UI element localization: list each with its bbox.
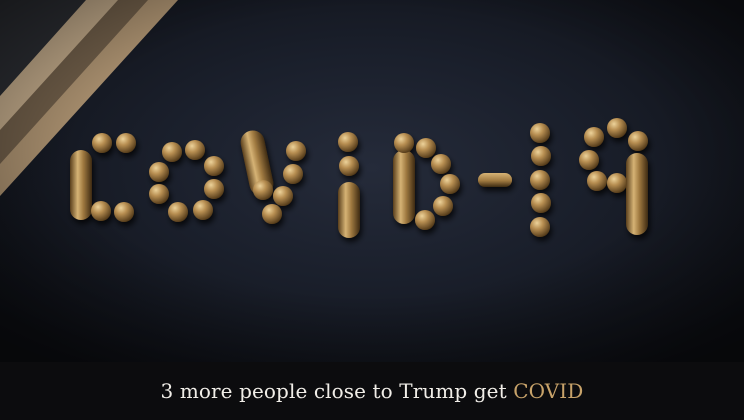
headline-highlight: COVID [513, 379, 584, 403]
headline-caption[interactable]: 3 more people close to Trump get COVID [161, 379, 584, 403]
article-thumbnail[interactable]: 3 more people close to Trump get COVID [0, 0, 744, 420]
headline-text: 3 more people close to Trump get [160, 379, 514, 403]
covid-19-pills-photo [0, 0, 744, 362]
caption-bar: 3 more people close to Trump get COVID [0, 362, 744, 420]
hyphen-capsule [478, 173, 512, 187]
